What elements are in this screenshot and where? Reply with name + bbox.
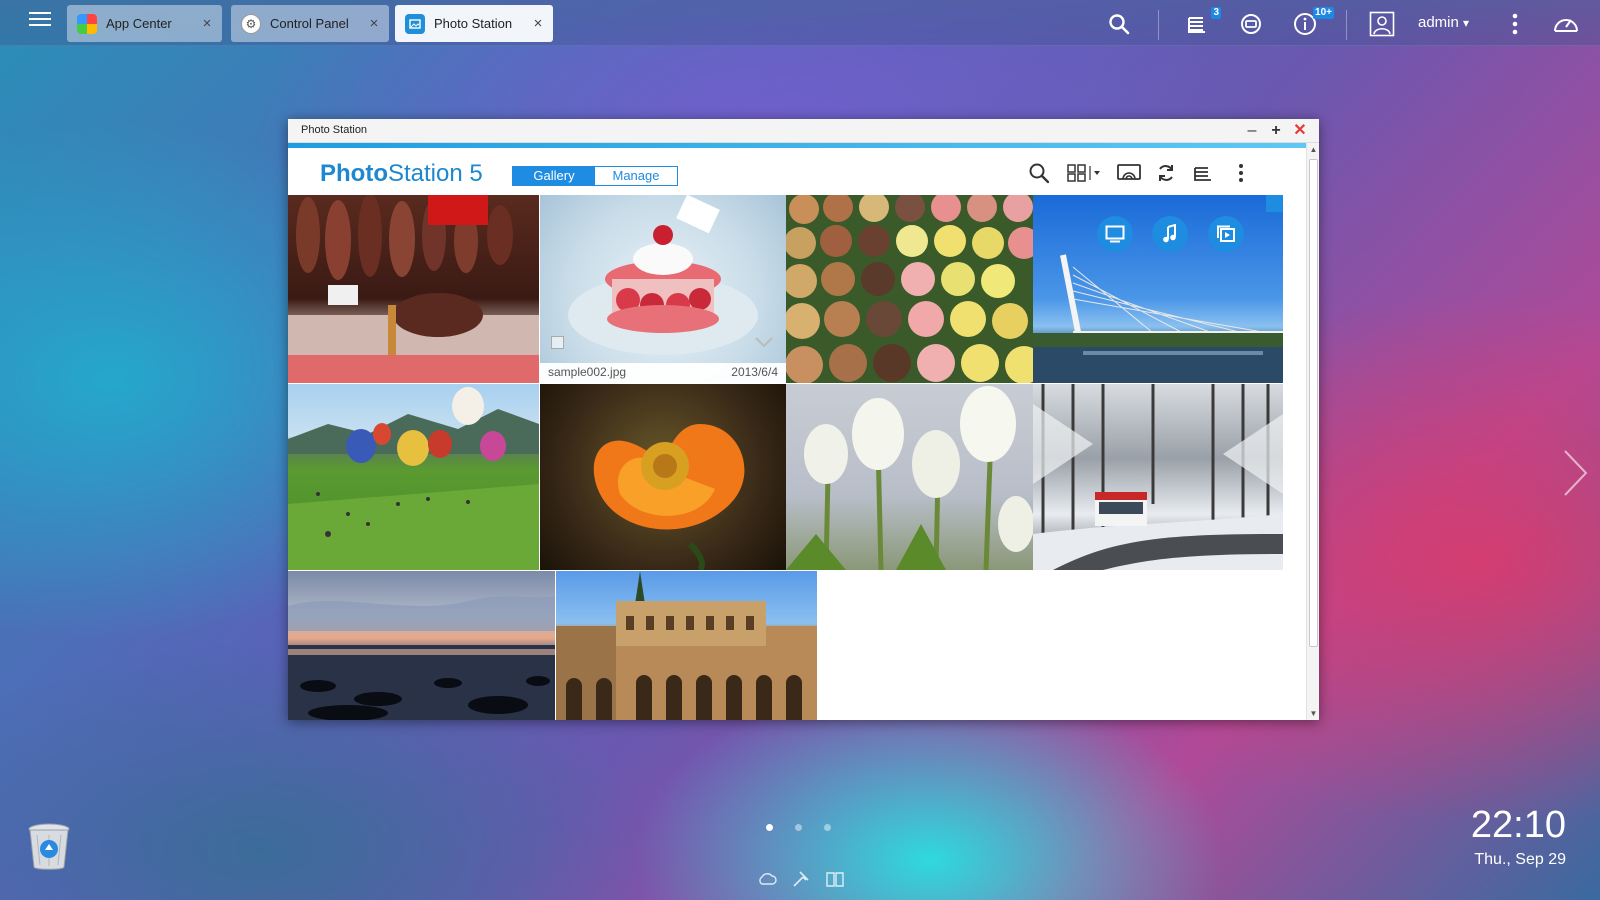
- photo-info-bar: sample002.jpg 2013/6/4: [540, 363, 786, 383]
- vertical-scrollbar[interactable]: ▲ ▼: [1306, 143, 1319, 720]
- main-menu-button[interactable]: [20, 10, 60, 36]
- tab-gallery[interactable]: Gallery: [513, 167, 595, 185]
- scroll-up-icon[interactable]: ▲: [1307, 145, 1320, 154]
- app-center-icon: [77, 13, 97, 34]
- minimize-icon[interactable]: –: [1241, 120, 1263, 142]
- notifications-count-badge: 10+: [1313, 7, 1334, 19]
- background-tasks-icon[interactable]: 3: [1183, 7, 1221, 39]
- tab-label: App Center: [106, 16, 172, 31]
- notifications-icon[interactable]: 10+: [1290, 7, 1334, 39]
- close-window-icon[interactable]: ✕: [1289, 120, 1311, 142]
- set-music-button[interactable]: [1152, 216, 1188, 252]
- chevron-down-icon[interactable]: [754, 335, 774, 349]
- dock-bar: [757, 869, 845, 889]
- photo-tile[interactable]: [288, 384, 539, 570]
- cast-icon[interactable]: [1114, 160, 1144, 186]
- scroll-down-icon[interactable]: ▼: [1307, 709, 1320, 718]
- play-slideshow-button[interactable]: [1097, 216, 1133, 252]
- tab-label: Photo Station: [434, 16, 513, 31]
- dashboard-gauge-icon[interactable]: [1551, 9, 1581, 39]
- page-dot[interactable]: [766, 824, 773, 831]
- photo-thumbnail: [786, 195, 1033, 383]
- photo-tile[interactable]: [556, 571, 817, 720]
- page-dot[interactable]: [795, 824, 802, 831]
- photo-thumbnail: [288, 596, 555, 720]
- photo-tile[interactable]: [786, 195, 1033, 383]
- photo-tile[interactable]: [786, 384, 1033, 570]
- divider: [1346, 10, 1347, 40]
- background-tasks-icon[interactable]: [1190, 160, 1216, 186]
- scrollbar-thumb[interactable]: [1309, 159, 1318, 647]
- photo-thumbnail: [556, 571, 817, 720]
- slideshow-mode-button[interactable]: [1208, 216, 1244, 252]
- more-options-icon[interactable]: [1228, 160, 1254, 186]
- photo-tile[interactable]: [1033, 384, 1283, 570]
- chevron-down-icon: ▾: [1463, 16, 1470, 30]
- photo-tile[interactable]: [288, 195, 539, 383]
- more-options-icon[interactable]: [1500, 9, 1530, 39]
- next-desktop-icon[interactable]: [1560, 448, 1590, 498]
- user-menu[interactable]: admin ▾: [1418, 14, 1469, 31]
- tab-manage[interactable]: Manage: [595, 167, 677, 185]
- external-device-icon[interactable]: [1236, 9, 1266, 39]
- header-accent-bar: [288, 143, 1306, 148]
- refresh-icon[interactable]: [1153, 160, 1179, 186]
- photo-thumbnail: [568, 195, 758, 355]
- recycle-bin-icon[interactable]: [27, 823, 71, 871]
- maximize-icon[interactable]: +: [1265, 120, 1287, 142]
- app-name-rest: Station 5: [387, 160, 483, 187]
- photo-station-icon: [405, 13, 425, 34]
- mode-switch: Gallery Manage: [512, 166, 678, 186]
- book-icon[interactable]: [825, 869, 845, 889]
- page-dot[interactable]: [824, 824, 831, 831]
- divider: [1158, 10, 1159, 40]
- user-avatar-icon[interactable]: [1367, 9, 1397, 39]
- photo-date: 2013/6/4: [731, 365, 778, 379]
- photo-thumbnail: [1033, 384, 1283, 570]
- monitor-icon: [1105, 225, 1125, 243]
- photo-filename: sample002.jpg: [548, 365, 627, 379]
- clock-date: Thu., Sep 29: [1474, 851, 1566, 868]
- photo-station-window: Photo Station – + ✕ PhotoStation 5 Galle…: [288, 119, 1319, 720]
- app-name-bold: Photo: [320, 160, 388, 187]
- select-checkbox[interactable]: [551, 336, 564, 349]
- photo-tile[interactable]: [1033, 195, 1283, 383]
- close-icon[interactable]: ×: [196, 15, 218, 32]
- tab-control-panel[interactable]: ⚙ Control Panel ×: [231, 5, 389, 42]
- photo-grid: sample002.jpg 2013/6/4: [288, 195, 1306, 720]
- clock-time: 22:10: [1470, 804, 1566, 846]
- window-titlebar[interactable]: Photo Station – + ✕: [288, 119, 1319, 143]
- cloud-icon[interactable]: [757, 869, 777, 889]
- tasks-count-badge: 3: [1211, 7, 1221, 19]
- desktop-page-indicator: [766, 824, 831, 831]
- photo-thumbnail: [786, 386, 1033, 570]
- photo-thumbnail: [288, 195, 539, 383]
- taskbar: App Center × ⚙ Control Panel × Photo Sta…: [0, 0, 1600, 46]
- tab-app-center[interactable]: App Center ×: [67, 5, 222, 42]
- photo-thumbnail: [288, 387, 539, 570]
- tab-photo-station[interactable]: Photo Station ×: [395, 5, 553, 42]
- photo-tile[interactable]: [540, 384, 786, 570]
- control-panel-icon: ⚙: [241, 13, 261, 34]
- select-corner-marker[interactable]: [1266, 195, 1283, 212]
- slideshow-icon: [1217, 225, 1235, 242]
- tab-label: Control Panel: [270, 16, 349, 31]
- photo-tile[interactable]: [288, 571, 555, 720]
- music-note-icon: [1163, 224, 1176, 243]
- window-title: Photo Station: [301, 124, 368, 136]
- search-icon[interactable]: [1104, 9, 1134, 39]
- user-name: admin: [1418, 14, 1459, 31]
- app-logo: PhotoStation 5: [320, 160, 483, 188]
- close-icon[interactable]: ×: [363, 15, 385, 32]
- view-mode-icon[interactable]: [1065, 160, 1105, 186]
- tools-icon[interactable]: [791, 869, 811, 889]
- desktop-clock: 22:10 Thu., Sep 29: [1471, 805, 1566, 869]
- photo-thumbnail: [593, 424, 745, 570]
- search-icon[interactable]: [1026, 160, 1052, 186]
- photo-tile[interactable]: sample002.jpg 2013/6/4: [540, 195, 786, 383]
- close-icon[interactable]: ×: [527, 15, 549, 32]
